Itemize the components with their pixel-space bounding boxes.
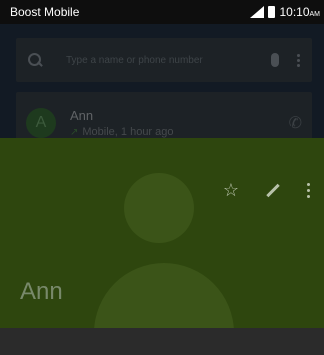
status-bar: Boost Mobile 10:10AM	[0, 0, 324, 24]
recent-call-name: Ann	[70, 108, 94, 123]
outgoing-call-icon: ↗	[70, 126, 79, 138]
contact-header: ☆ Ann	[0, 138, 324, 328]
battery-icon	[268, 6, 276, 18]
more-vert-icon[interactable]	[297, 53, 300, 67]
contact-photo-placeholder-body	[94, 263, 234, 328]
contact-photo-placeholder-head	[124, 173, 194, 243]
signal-icon	[250, 6, 265, 18]
recent-call-text: Ann ↗ Mobile, 1 hour ago	[70, 108, 289, 138]
status-time: 10:10AM	[279, 5, 320, 19]
more-vert-icon[interactable]	[307, 183, 310, 198]
search-input[interactable]: Type a name or phone number	[66, 55, 271, 66]
recent-call-detail-text: Mobile, 1 hour ago	[82, 126, 174, 138]
edit-icon[interactable]	[266, 183, 280, 198]
status-icons: 10:10AM	[250, 5, 320, 19]
header-actions: ☆	[223, 180, 310, 201]
dialer-top-area: Type a name or phone number A Ann ↗ Mobi…	[0, 24, 324, 154]
mic-icon[interactable]	[271, 53, 279, 67]
search-icon[interactable]	[28, 53, 42, 67]
contact-details-area	[0, 328, 324, 355]
carrier-label: Boost Mobile	[10, 5, 80, 19]
recent-call-detail: ↗ Mobile, 1 hour ago	[70, 126, 289, 138]
contact-name: Ann	[20, 278, 63, 305]
star-icon[interactable]: ☆	[223, 180, 239, 201]
search-bar[interactable]: Type a name or phone number	[16, 38, 312, 82]
phone-icon[interactable]: ✆	[289, 113, 302, 133]
avatar: A	[26, 108, 56, 138]
